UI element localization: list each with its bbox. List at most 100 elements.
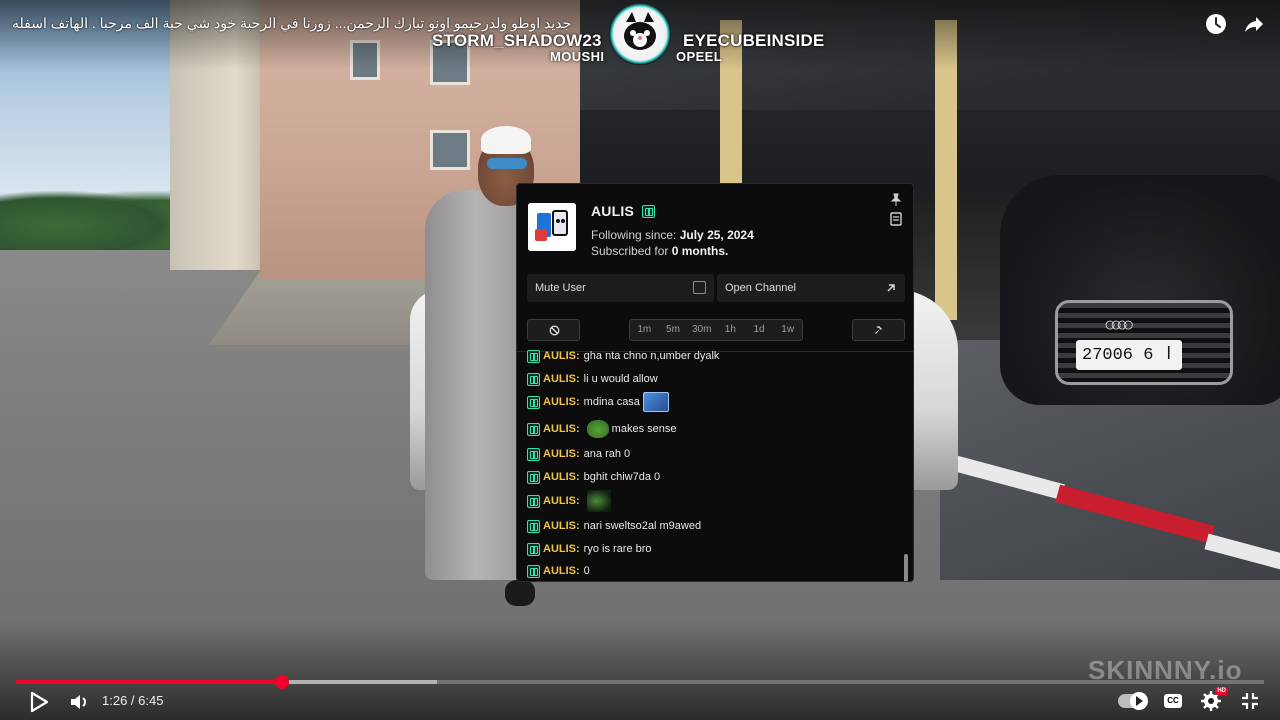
pepe-dark-emote <box>586 490 611 512</box>
chat-message: AULIS: mdina casa <box>527 391 672 413</box>
chat-text: bghit chiw7da 0 <box>583 471 661 483</box>
exit-fullscreen-icon[interactable] <box>1240 691 1260 711</box>
chat-scrollbar[interactable] <box>904 554 908 581</box>
captions-button[interactable]: CC <box>1164 694 1182 708</box>
hd-badge: HD <box>1215 687 1228 695</box>
person <box>425 190 525 580</box>
chat-username[interactable]: AULIS: <box>543 423 580 435</box>
chat-message: AULIS: bghit chiw7da 0 <box>527 466 660 488</box>
timeout-1d-button[interactable]: 1d <box>745 320 774 340</box>
person-glasses <box>487 158 527 169</box>
open-channel-button[interactable]: Open Channel <box>717 274 905 302</box>
pin-icon[interactable] <box>889 193 903 207</box>
hammer-icon <box>875 326 882 334</box>
avatar <box>528 203 576 251</box>
subscriber-badge-icon <box>642 205 655 218</box>
moderation-row: 1m 5m 30m 1h 1d 1w <box>527 319 905 341</box>
hammer-button[interactable] <box>852 319 905 341</box>
chat-text: ana rah 0 <box>583 448 631 460</box>
chat-username[interactable]: AULIS: <box>543 565 580 577</box>
timeout-1w-button[interactable]: 1w <box>773 320 802 340</box>
scrubber-handle[interactable] <box>274 675 289 689</box>
chat-text: 0 <box>583 565 590 577</box>
chat-username[interactable]: AULIS: <box>543 373 580 385</box>
subscriber-badge-icon <box>527 519 540 533</box>
right-controls: CC HD <box>1118 687 1260 712</box>
pepe-emote <box>586 420 609 438</box>
following-date: July 25, 2024 <box>679 228 754 242</box>
external-link-icon <box>887 284 895 292</box>
play-icon[interactable] <box>28 690 50 714</box>
subscriber-badge-icon <box>527 542 540 556</box>
chat-message: AULIS: gha nta chno n,umber dyalk <box>527 349 719 367</box>
subscribed-label: Subscribed for <box>591 244 669 258</box>
chat-message: AULIS: <box>527 490 614 512</box>
chat-text: ryo is rare bro <box>583 543 652 555</box>
subscriber-badge-icon <box>527 395 540 409</box>
played-fill <box>16 680 282 684</box>
settings-button[interactable]: HD <box>1200 687 1228 712</box>
chat-text: li u would allow <box>583 373 658 385</box>
chat-username[interactable]: AULIS: <box>543 543 580 555</box>
subscribed-value: 0 months. <box>671 244 729 258</box>
subscriber-badge-icon <box>527 470 540 484</box>
chat-message: AULIS: ryo is rare bro <box>527 538 652 560</box>
subscriber-badge-icon <box>527 564 540 578</box>
subscriber-badge-icon <box>527 349 540 363</box>
progress-bar[interactable] <box>16 675 1264 689</box>
mute-checkbox[interactable] <box>693 281 706 294</box>
following-label: Following since: <box>591 228 677 242</box>
subscriber-badge-icon <box>527 422 540 436</box>
card-username[interactable]: AULIS <box>591 203 634 219</box>
time-display: 1:26 / 6:45 <box>102 693 164 708</box>
following-since: Following since: July 25, 2024 <box>591 228 754 242</box>
timeout-buttons: 1m 5m 30m 1h 1d 1w <box>629 319 803 341</box>
timeout-5m-button[interactable]: 5m <box>659 320 688 340</box>
chat-text: nari sweltso2al m9awed <box>583 520 702 532</box>
chat-username[interactable]: AULIS: <box>543 471 580 483</box>
mute-user-button[interactable]: Mute User <box>527 274 714 302</box>
subscriber-badge-icon <box>527 494 540 508</box>
chat-message: AULIS: li u would allow <box>527 368 658 390</box>
timeout-1m-button[interactable]: 1m <box>630 320 659 340</box>
collab-right-name: EYECUBEINSIDE <box>683 31 825 50</box>
chat-username[interactable]: AULIS: <box>543 448 580 460</box>
subscriber-badge-icon <box>527 372 540 386</box>
subscriber-badge-icon <box>527 447 540 461</box>
timeout-30m-button[interactable]: 30m <box>687 320 716 340</box>
open-channel-label: Open Channel <box>725 282 796 294</box>
watch-later-icon[interactable] <box>1204 12 1228 36</box>
chat-text: gha nta chno n,umber dyalk <box>583 350 720 362</box>
person-shoe <box>505 580 535 606</box>
card-emote <box>642 392 669 412</box>
audi-logo: ○○○○ <box>1104 314 1134 336</box>
share-icon[interactable] <box>1242 12 1266 36</box>
collab-overlay: STORM_SHADOW23 MOUSHI EYECUBEINSIDE OPEE… <box>430 0 830 72</box>
chat-text: mdina casa <box>583 396 640 408</box>
subscribed-for: Subscribed for 0 months. <box>591 244 728 258</box>
collab-right-sub: OPEEL <box>676 49 723 64</box>
user-card: AULIS Following since: July 25, 2024 Sub… <box>516 183 914 582</box>
top-actions <box>1204 12 1266 36</box>
timeout-1h-button[interactable]: 1h <box>716 320 745 340</box>
chat-username[interactable]: AULIS: <box>543 396 580 408</box>
ban-icon <box>549 325 560 336</box>
notes-icon[interactable] <box>889 212 903 226</box>
chat-message: AULIS: nari sweltso2al m9awed <box>527 515 701 537</box>
person-cap <box>481 126 531 154</box>
chat-username[interactable]: AULIS: <box>543 350 580 362</box>
collab-left-name: STORM_SHADOW23 <box>432 31 602 50</box>
chat-message: AULIS: ana rah 0 <box>527 443 630 465</box>
chat-username[interactable]: AULIS: <box>543 520 580 532</box>
ban-button[interactable] <box>527 319 580 341</box>
cat-logo-icon <box>606 0 674 68</box>
volume-icon[interactable] <box>68 690 92 714</box>
trees <box>0 190 190 250</box>
chat-username[interactable]: AULIS: <box>543 495 580 507</box>
mute-user-label: Mute User <box>535 282 586 294</box>
autoplay-toggle[interactable] <box>1118 692 1148 710</box>
chat-history[interactable]: AULIS: gha nta chno n,umber dyalk AULIS:… <box>527 349 907 581</box>
chat-message: AULIS: makes sense <box>527 418 676 440</box>
license-plate: 27006 ا 6 <box>1076 340 1182 370</box>
collab-left-sub: MOUSHI <box>550 49 605 64</box>
